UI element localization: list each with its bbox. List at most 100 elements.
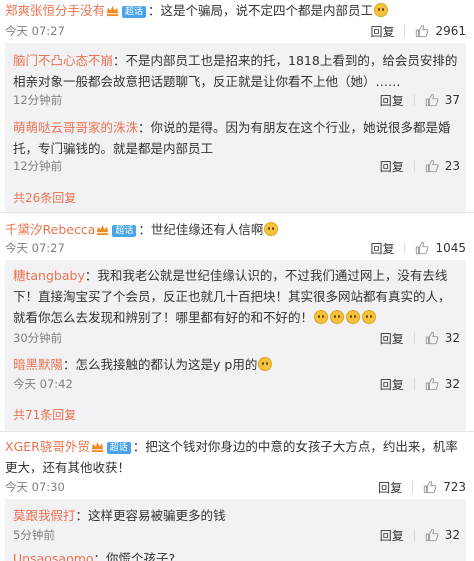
reply-text: 暗黑默陽：怎么我接触的都认为这是y p用的 bbox=[13, 354, 460, 375]
reply-box-3: 莫跟我假打：这样更容易被骗更多的钱 5分钟前 回复 32 Unsaosaomo：… bbox=[5, 499, 466, 561]
reply-time: 今天 07:42 bbox=[13, 377, 73, 391]
reply-content: ：你慌个孩子? bbox=[93, 551, 176, 561]
smiley-emoji-icon bbox=[362, 310, 377, 324]
reply-text: 糖tangbaby：我和我老公就是世纪佳缘认识的，不过我们通过网上，没有去线下！… bbox=[13, 265, 460, 328]
comment-actions: 回复 2961 bbox=[370, 22, 466, 40]
action-divider bbox=[413, 332, 415, 344]
like-button[interactable]: 2961 bbox=[415, 24, 466, 38]
reply-button[interactable]: 回复 bbox=[380, 92, 404, 109]
reply-time: 12分钟前 bbox=[13, 93, 63, 107]
reply-content: ：这样更容易被骗更多的钱 bbox=[75, 508, 226, 523]
reply-content: ：怎么我接触的都认为这是y p用的 bbox=[63, 357, 258, 372]
like-count: 37 bbox=[444, 93, 460, 107]
crown-icon bbox=[106, 5, 119, 17]
more-replies-link[interactable]: 共26条回复 bbox=[13, 189, 76, 207]
action-divider bbox=[412, 481, 414, 493]
smiley-emoji-icon bbox=[346, 310, 361, 324]
comment-actions: 回复 1045 bbox=[370, 239, 466, 257]
reply-actions: 回复 23 bbox=[380, 157, 460, 175]
smiley-emoji-icon bbox=[330, 310, 345, 324]
like-button[interactable]: 32 bbox=[425, 331, 460, 345]
reply-actions: 回复 37 bbox=[380, 91, 460, 109]
reply-actions: 回复 32 bbox=[380, 526, 460, 544]
like-button[interactable]: 723 bbox=[423, 480, 466, 494]
reply-button[interactable]: 回复 bbox=[378, 479, 402, 496]
comment-divider bbox=[0, 431, 474, 432]
thumbs-up-icon bbox=[425, 528, 439, 542]
reply-username[interactable]: 莫跟我假打 bbox=[13, 508, 76, 523]
comment-actions: 回复 723 bbox=[378, 478, 466, 496]
reply-username[interactable]: 脑门不凸心态不崩 bbox=[13, 53, 113, 68]
action-divider bbox=[413, 160, 415, 172]
comment-meta: 今天 07:27 回复 2961 bbox=[5, 22, 466, 40]
reply-text: Unsaosaomo：你慌个孩子? bbox=[13, 548, 460, 561]
reply-box-2: 糖tangbaby：我和我老公就是世纪佳缘认识的，不过我们通过网上，没有去线下！… bbox=[5, 260, 466, 431]
action-divider bbox=[404, 25, 406, 37]
like-count: 32 bbox=[444, 528, 460, 542]
like-button[interactable]: 1045 bbox=[415, 241, 466, 255]
action-divider bbox=[413, 94, 415, 106]
like-count: 723 bbox=[443, 480, 466, 494]
crown-icon bbox=[91, 441, 103, 453]
reply-text: 萌萌哒云哥哥家的洙洙：你说的是得。因为有朋友在这个行业，她说很多都是婚托，专门骗… bbox=[13, 117, 460, 159]
reply-box-1: 脑门不凸心态不崩：不是内部员工也是招来的托，1818上看到的，给会员安排的相亲对… bbox=[5, 43, 466, 214]
thumbs-up-icon bbox=[416, 24, 429, 38]
comment-username[interactable]: 郑爽张恒分手没有 bbox=[5, 3, 105, 18]
reply-actions: 回复 32 bbox=[380, 329, 460, 347]
reply-meta: 5分钟前 回复 32 bbox=[13, 526, 460, 544]
comment-text: 郑爽张恒分手没有 超话 ：这是个骗局，说不定四个都是内部员工 bbox=[5, 0, 466, 21]
reply-actions: 回复 32 bbox=[380, 375, 460, 393]
like-button[interactable]: 32 bbox=[425, 377, 460, 391]
like-button[interactable]: 23 bbox=[425, 159, 460, 173]
thumbs-up-icon bbox=[425, 159, 439, 173]
thumbs-up-icon bbox=[416, 241, 429, 255]
reply-time: 5分钟前 bbox=[13, 528, 55, 542]
comment-time: 今天 07:27 bbox=[5, 24, 65, 38]
comment-username[interactable]: XGER骁哥外贸 bbox=[5, 439, 90, 454]
action-divider bbox=[413, 378, 415, 390]
like-button[interactable]: 32 bbox=[425, 528, 460, 542]
like-count: 23 bbox=[444, 159, 460, 173]
reply-time: 12分钟前 bbox=[13, 159, 63, 173]
reply-time: 30分钟前 bbox=[13, 331, 63, 345]
comment-text: XGER骁哥外贸 超话 ：把这个钱对你身边的中意的女孩子大方点，约出来，机率更大，还… bbox=[5, 436, 466, 478]
reply-button[interactable]: 回复 bbox=[380, 158, 404, 175]
reply-button[interactable]: 回复 bbox=[370, 240, 394, 257]
reply-username[interactable]: 萌萌哒云哥哥家的洙洙 bbox=[13, 120, 138, 135]
thumbs-up-icon bbox=[423, 480, 437, 494]
crown-icon bbox=[97, 224, 109, 236]
reply-button[interactable]: 回复 bbox=[380, 330, 404, 347]
thumbs-up-icon bbox=[425, 93, 439, 107]
reply-button[interactable]: 回复 bbox=[370, 23, 394, 40]
action-divider bbox=[413, 529, 415, 541]
more-replies-link[interactable]: 共71条回复 bbox=[13, 406, 76, 424]
like-count: 32 bbox=[444, 331, 460, 345]
comment-content: ：这是个骗局，说不定四个都是内部员工 bbox=[148, 3, 374, 18]
vip-badge: 超话 bbox=[106, 442, 131, 454]
comment-content: ：世纪佳缘还有人信啊 bbox=[138, 222, 264, 237]
reply-meta: 12分钟前 回复 37 bbox=[13, 91, 460, 109]
like-count: 2961 bbox=[435, 24, 466, 38]
smiley-emoji-icon bbox=[314, 310, 329, 324]
vip-badge: 超话 bbox=[122, 6, 147, 18]
comment-username[interactable]: 千黛汐Rebecca bbox=[5, 222, 95, 237]
thumbs-up-icon bbox=[425, 377, 439, 391]
like-button[interactable]: 37 bbox=[425, 93, 460, 107]
reply-username[interactable]: 暗黑默陽 bbox=[13, 357, 63, 372]
reply-username[interactable]: Unsaosaomo bbox=[13, 551, 94, 561]
comment-time: 今天 07:27 bbox=[5, 241, 65, 255]
reply-button[interactable]: 回复 bbox=[380, 376, 404, 393]
vip-badge: 超话 bbox=[112, 225, 137, 237]
reply-meta: 今天 07:42 回复 32 bbox=[13, 375, 460, 393]
reply-button[interactable]: 回复 bbox=[380, 527, 404, 544]
comment-meta: 今天 07:30 回复 723 bbox=[5, 478, 466, 496]
reply-username[interactable]: 糖tangbaby bbox=[13, 268, 85, 283]
reply-text: 脑门不凸心态不崩：不是内部员工也是招来的托，1818上看到的，给会员安排的相亲对… bbox=[13, 50, 460, 92]
smiley-emoji-icon bbox=[264, 222, 279, 236]
like-count: 1045 bbox=[435, 241, 466, 255]
thumbs-up-icon bbox=[425, 331, 439, 345]
like-count: 32 bbox=[444, 377, 460, 391]
comment-time: 今天 07:30 bbox=[5, 480, 65, 494]
smiley-emoji-icon bbox=[374, 3, 389, 17]
reply-text: 莫跟我假打：这样更容易被骗更多的钱 bbox=[13, 505, 460, 526]
